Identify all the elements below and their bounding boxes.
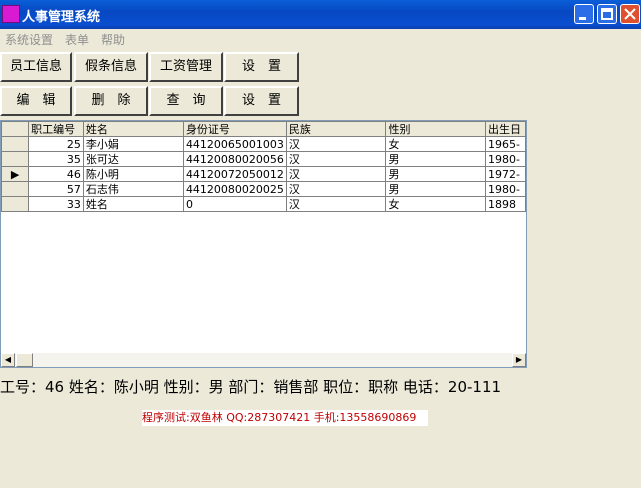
minimize-button[interactable] <box>574 4 594 24</box>
window-title: 人事管理系统 <box>22 10 101 25</box>
column-header[interactable]: 身份证号 <box>182 121 287 137</box>
table-cell[interactable]: 1898 <box>485 196 526 212</box>
leave-info-button[interactable]: 假条信息 <box>74 52 148 82</box>
employee-grid[interactable]: 职工编号 姓名 身份证号 民族 性别 出生日 25 李小娟 4412006500… <box>0 120 527 368</box>
table-row[interactable]: 35 张可达 44120080020056 汉 男 1980- <box>1 151 526 167</box>
minimize-icon <box>579 17 586 20</box>
table-cell[interactable]: 汉 <box>285 151 387 167</box>
column-header[interactable]: 民族 <box>285 121 387 137</box>
table-cell[interactable]: 1972- <box>485 166 526 182</box>
table-cell[interactable]: 1965- <box>485 136 526 152</box>
table-cell[interactable]: 44120080020056 <box>182 151 287 167</box>
table-cell[interactable]: 44120065001003 <box>182 136 287 152</box>
edit-button[interactable]: 编 辑 <box>0 86 72 116</box>
column-header[interactable]: 姓名 <box>82 121 184 137</box>
column-header[interactable]: 职工编号 <box>28 121 84 137</box>
title-bar[interactable]: 人事管理系统 <box>0 0 641 29</box>
table-cell[interactable]: 汉 <box>285 196 387 212</box>
table-row[interactable]: 25 李小娟 44120065001003 汉 女 1965- <box>1 136 526 152</box>
table-cell[interactable]: 44120072050012 <box>182 166 287 182</box>
table-cell[interactable]: 张可达 <box>82 151 184 167</box>
close-button[interactable] <box>620 4 640 24</box>
settings-button-top[interactable]: 设 置 <box>224 52 299 82</box>
row-selector-header <box>1 121 30 137</box>
table-cell[interactable]: 陈小明 <box>82 166 184 182</box>
table-cell[interactable]: 1980- <box>485 151 526 167</box>
menu-bar: 系统设置 表单 帮助 <box>0 29 641 49</box>
column-header[interactable]: 出生日 <box>485 121 526 137</box>
credit-label: 程序测试:双鱼林 QQ:287307421 手机:13558690869 <box>142 410 428 426</box>
maximize-icon <box>601 8 613 20</box>
menu-system-settings[interactable]: 系统设置 <box>5 31 53 48</box>
table-cell[interactable]: 女 <box>385 136 487 152</box>
table-header-row: 职工编号 姓名 身份证号 民族 性别 出生日 <box>1 121 526 137</box>
table-cell[interactable]: 35 <box>28 151 84 167</box>
table-cell[interactable]: 石志伟 <box>82 181 184 197</box>
table-row-current[interactable]: ▶ 46 陈小明 44120072050012 汉 男 1972- <box>1 166 526 182</box>
horizontal-scrollbar[interactable]: ◀ ▶ <box>1 353 526 367</box>
table-cell[interactable]: 57 <box>28 181 84 197</box>
table-cell[interactable]: 44120080020025 <box>182 181 287 197</box>
salary-management-button[interactable]: 工资管理 <box>149 52 223 82</box>
delete-button[interactable]: 删 除 <box>74 86 148 116</box>
close-icon <box>624 8 636 20</box>
app-icon <box>2 5 20 23</box>
query-button[interactable]: 查 询 <box>149 86 223 116</box>
table-cell[interactable]: 李小娟 <box>82 136 184 152</box>
scroll-left-icon[interactable]: ◀ <box>1 353 15 367</box>
row-selector[interactable] <box>1 151 30 167</box>
employee-table: 职工编号 姓名 身份证号 民族 性别 出生日 25 李小娟 4412006500… <box>1 121 526 212</box>
menu-help[interactable]: 帮助 <box>101 31 125 48</box>
column-header[interactable]: 性别 <box>385 121 487 137</box>
table-cell[interactable]: 男 <box>385 166 487 182</box>
scroll-thumb[interactable] <box>16 353 33 367</box>
selected-employee-info: 工号：46 姓名：陈小明 性别：男 部门：销售部 职位：职称 电话：20-111 <box>0 378 502 396</box>
row-selector[interactable] <box>1 136 30 152</box>
table-cell[interactable]: 汉 <box>285 136 387 152</box>
row-selector[interactable] <box>1 196 30 212</box>
current-row-indicator-icon[interactable]: ▶ <box>1 166 30 182</box>
menu-forms[interactable]: 表单 <box>65 31 89 48</box>
table-cell[interactable]: 男 <box>385 151 487 167</box>
table-cell[interactable]: 汉 <box>285 181 387 197</box>
table-cell[interactable]: 汉 <box>285 166 387 182</box>
table-cell[interactable]: 46 <box>28 166 84 182</box>
employee-info-button[interactable]: 员工信息 <box>0 52 72 82</box>
maximize-button[interactable] <box>597 4 617 24</box>
table-cell[interactable]: 1980- <box>485 181 526 197</box>
table-cell[interactable]: 0 <box>182 196 287 212</box>
table-row[interactable]: 33 姓名 0 汉 女 1898 <box>1 196 526 212</box>
table-cell[interactable]: 33 <box>28 196 84 212</box>
row-selector[interactable] <box>1 181 30 197</box>
scroll-right-icon[interactable]: ▶ <box>512 353 526 367</box>
table-cell[interactable]: 姓名 <box>82 196 184 212</box>
settings-button-bottom[interactable]: 设 置 <box>224 86 299 116</box>
table-cell[interactable]: 25 <box>28 136 84 152</box>
table-cell[interactable]: 男 <box>385 181 487 197</box>
table-row[interactable]: 57 石志伟 44120080020025 汉 男 1980- <box>1 181 526 197</box>
table-cell[interactable]: 女 <box>385 196 487 212</box>
